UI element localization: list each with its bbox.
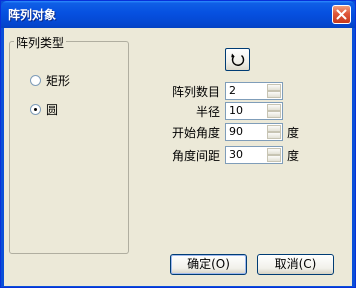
radius-input[interactable]: 10 [225,102,283,120]
radio-circle-option-label: 圆 [46,103,59,117]
array-type-legend: 阵列类型 [14,34,67,51]
start-angle-input[interactable]: 90 [225,123,283,141]
radio-circle-option-circle[interactable] [30,104,41,115]
radio-circle-option[interactable]: 圆 [30,101,58,118]
radius-spin-down[interactable] [267,111,281,118]
count-spin-down[interactable] [267,91,281,98]
dialog-window: 阵列对象 阵列类型 矩形 圆 阵列数目 2 半径 10 开始角度 90 度 角度… [0,0,356,288]
count-spinner[interactable] [267,84,281,98]
start-angle-spinner[interactable] [267,125,281,139]
radius-spinner[interactable] [267,104,281,118]
cancel-button[interactable]: 取消(C) [257,254,334,275]
start-angle-spin-down[interactable] [267,132,281,139]
angle-step-unit: 度 [287,149,300,163]
window-title: 阵列对象 [8,8,57,22]
dialog-body: 阵列类型 矩形 圆 阵列数目 2 半径 10 开始角度 90 度 角度间距 30… [4,28,352,286]
titlebar[interactable]: 阵列对象 [1,1,355,28]
start-angle-spin-up[interactable] [267,125,281,132]
angle-step-spin-down[interactable] [267,155,281,162]
radius-spin-up[interactable] [267,104,281,111]
angle-step-spinner[interactable] [267,148,281,162]
count-label: 阵列数目 [171,85,220,99]
ok-button[interactable]: 确定(O) [170,254,247,275]
count-input[interactable]: 2 [225,82,283,100]
angle-step-spin-up[interactable] [267,148,281,155]
start-angle-value: 90 [229,125,243,138]
close-icon [336,9,347,20]
angle-step-label: 角度间距 [171,149,220,163]
start-angle-label: 开始角度 [171,126,220,140]
radius-value: 10 [229,104,243,117]
radio-rectangle[interactable]: 矩形 [30,72,70,89]
close-button[interactable] [332,5,351,24]
count-spin-up[interactable] [267,84,281,91]
angle-step-value: 30 [229,148,243,161]
rotation-direction-button[interactable] [225,48,250,71]
radio-rectangle-label: 矩形 [46,74,71,88]
angle-step-input[interactable]: 30 [225,146,283,164]
radio-rectangle-circle[interactable] [30,75,41,86]
radius-label: 半径 [195,105,220,119]
start-angle-unit: 度 [287,126,300,140]
rotate-direction-icon [231,53,245,66]
count-value: 2 [229,84,236,97]
